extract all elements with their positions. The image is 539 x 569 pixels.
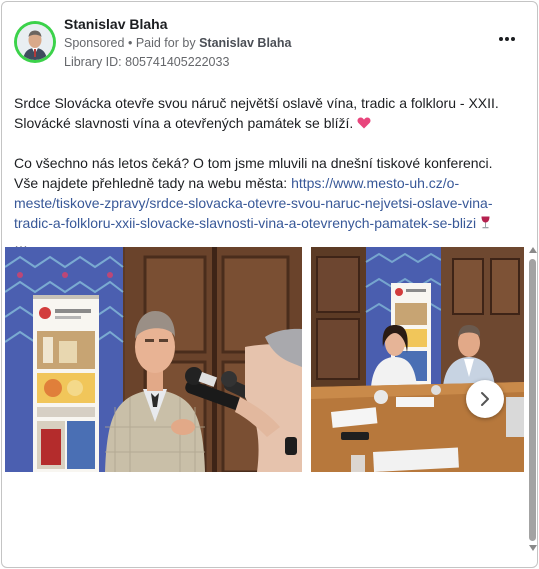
vertical-scrollbar[interactable] xyxy=(527,243,537,561)
separator-dot: • xyxy=(127,36,136,50)
scrollbar-thumb[interactable] xyxy=(529,259,536,541)
paid-for-name: Stanislav Blaha xyxy=(199,36,292,50)
post-body: Srdce Slovácka otevře svou náruč největš… xyxy=(14,93,504,273)
carousel-next-button[interactable] xyxy=(466,380,504,418)
paragraph-2: Co všechno nás letos čeká? O tom jsme ml… xyxy=(14,153,504,253)
paragraph-1: Srdce Slovácka otevře svou náruč největš… xyxy=(14,93,504,133)
scroll-up-arrow-icon[interactable] xyxy=(529,247,537,253)
scroll-down-arrow-icon[interactable] xyxy=(529,545,537,551)
paid-for-prefix: Paid for by xyxy=(135,36,196,50)
wine-glass-icon xyxy=(480,215,491,231)
sponsored-label: Sponsored xyxy=(64,36,125,50)
avatar[interactable] xyxy=(14,21,56,63)
more-options-icon[interactable] xyxy=(496,32,518,46)
ad-card: Stanislav Blaha Sponsored • Paid for by … xyxy=(1,1,538,568)
paragraph-1-text: Srdce Slovácka otevře svou náruč největš… xyxy=(14,95,499,131)
press-conference-photo[interactable] xyxy=(311,247,524,472)
chevron-right-icon xyxy=(481,392,489,406)
author-name[interactable]: Stanislav Blaha xyxy=(64,16,168,32)
person-avatar-icon xyxy=(17,24,53,60)
image-carousel xyxy=(5,247,524,472)
heart-icon xyxy=(357,113,371,133)
interview-photo[interactable] xyxy=(5,247,302,472)
library-id: Library ID: 805741405222033 xyxy=(64,55,230,69)
sponsored-line: Sponsored • Paid for by Stanislav Blaha xyxy=(64,36,291,50)
